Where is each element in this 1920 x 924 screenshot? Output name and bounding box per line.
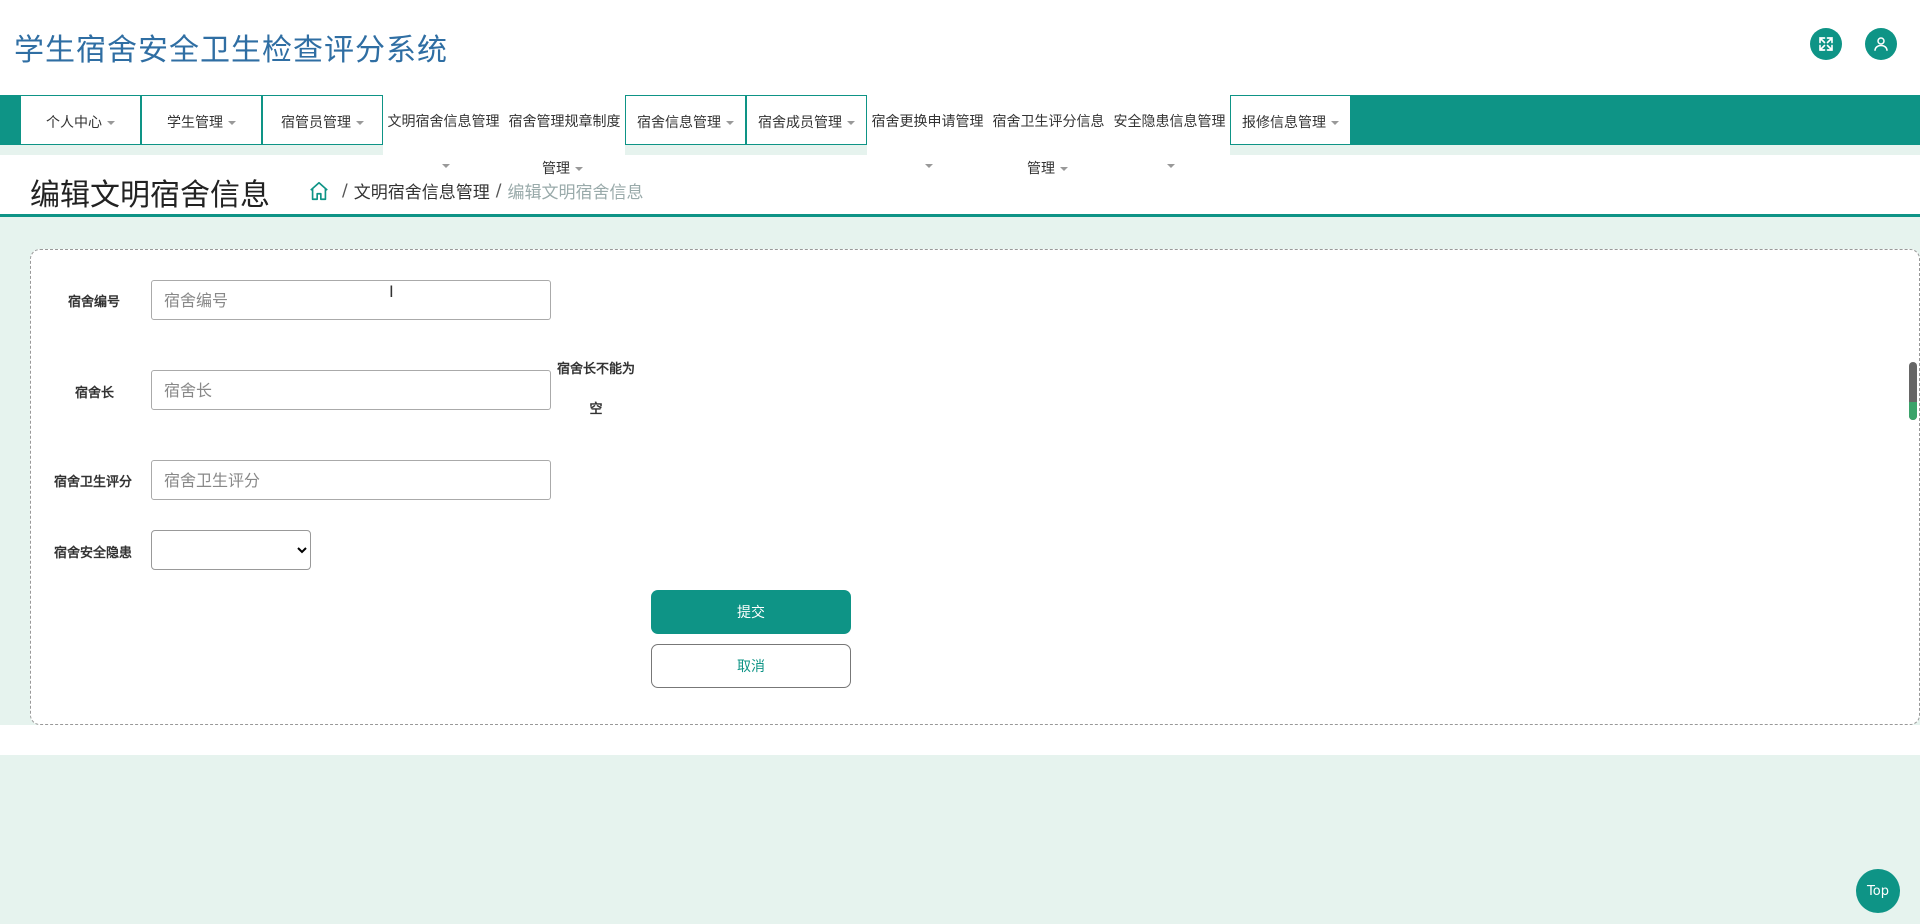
caret-down-icon — [1167, 158, 1175, 174]
nav-label: 学生管理 — [167, 115, 223, 131]
breadcrumb-separator: / — [495, 180, 502, 201]
nav-label: 报修信息管理 — [1242, 115, 1326, 131]
nav-label: 安全隐患信息管理 — [1113, 114, 1226, 130]
breadcrumb-level2: 编辑文明宿舍信息 — [507, 183, 644, 203]
dorm-leader-label: 宿舍长 — [75, 386, 115, 401]
nav-label: 个人中心 — [46, 115, 102, 131]
nav-item-civilized-dorm-management[interactable]: 文明宿舍信息管理 — [383, 95, 504, 155]
nav-item-dorm-member-management[interactable]: 宿舍成员管理 — [746, 95, 867, 145]
cancel-button[interactable]: 取消 — [651, 644, 851, 688]
nav-item-hygiene-score-management[interactable]: 宿舍卫生评分信息 — [988, 95, 1109, 155]
fullscreen-icon — [1819, 37, 1833, 51]
dorm-no-input[interactable] — [151, 280, 551, 320]
caret-down-icon — [847, 121, 855, 125]
caret-down-icon — [228, 121, 236, 125]
back-to-top-button[interactable]: Top — [1856, 869, 1900, 913]
nav-item-dorm-rules-management[interactable]: 宿舍管理规章制度 — [504, 95, 625, 155]
caret-down-icon — [442, 158, 450, 174]
safety-hazard-select[interactable] — [151, 530, 311, 570]
hygiene-score-label: 宿舍卫生评分 — [54, 475, 133, 490]
caret-down-icon — [107, 121, 115, 125]
caret-down-icon — [925, 158, 933, 174]
nav-label: 宿舍管理规章制度 — [508, 114, 621, 130]
nav-item-student-management[interactable]: 学生管理 — [141, 95, 262, 145]
nav-item-dorm-info-management[interactable]: 宿舍信息管理 — [625, 95, 746, 145]
nav-item-safety-hazard-management[interactable]: 安全隐患信息管理 — [1109, 95, 1230, 155]
text-cursor-icon: I — [389, 282, 394, 301]
user-button[interactable] — [1865, 28, 1897, 60]
submit-button[interactable]: 提交 — [651, 590, 851, 634]
nav-item-personal-center[interactable]: 个人中心 — [20, 95, 141, 145]
nav-sub-text: 管理 — [542, 161, 570, 177]
form-card-footer — [0, 725, 1920, 755]
nav-label: 文明宿舍信息管理 — [387, 114, 500, 130]
breadcrumb: / 文明宿舍信息管理 / 编辑文明宿舍信息 — [308, 178, 643, 203]
nav-label: 宿舍成员管理 — [758, 115, 842, 131]
scrollbar-thumb[interactable] — [1909, 362, 1917, 420]
nav-item-repair-info-management[interactable]: 报修信息管理 — [1230, 95, 1351, 145]
nav-label: 宿舍卫生评分信息 — [992, 114, 1105, 130]
nav-label: 宿舍信息管理 — [637, 115, 721, 131]
page-title-bar — [0, 155, 1920, 217]
dorm-leader-error: 宿舍长不能为空 — [556, 362, 635, 417]
dorm-leader-input[interactable] — [151, 370, 551, 410]
nav-item-sub-label: 管理 — [1027, 158, 1068, 178]
nav-item-sub-label: 管理 — [542, 158, 583, 178]
nav-label: 宿管员管理 — [281, 115, 351, 131]
caret-down-icon — [1331, 121, 1339, 125]
caret-down-icon — [575, 167, 583, 171]
safety-hazard-label: 宿舍安全隐患 — [54, 546, 133, 561]
caret-down-icon — [1060, 167, 1068, 171]
hygiene-score-input[interactable] — [151, 460, 551, 500]
page-title: 编辑文明宿舍信息 — [30, 178, 270, 213]
home-icon[interactable] — [308, 180, 330, 202]
app-title: 学生宿舍安全卫生检查评分系统 — [14, 33, 448, 68]
dorm-no-label: 宿舍编号 — [68, 295, 121, 310]
fullscreen-button[interactable] — [1810, 28, 1842, 60]
breadcrumb-level1[interactable]: 文明宿舍信息管理 — [354, 178, 490, 203]
nav-sub-text: 管理 — [1027, 161, 1055, 177]
caret-down-icon — [726, 121, 734, 125]
nav-label: 宿舍更换申请管理 — [871, 114, 984, 130]
nav-item-dorm-manager-management[interactable]: 宿管员管理 — [262, 95, 383, 145]
caret-down-icon — [356, 121, 364, 125]
breadcrumb-separator: / — [342, 180, 348, 201]
user-icon — [1874, 37, 1888, 51]
nav-item-dorm-change-request-management[interactable]: 宿舍更换申请管理 — [867, 95, 988, 155]
